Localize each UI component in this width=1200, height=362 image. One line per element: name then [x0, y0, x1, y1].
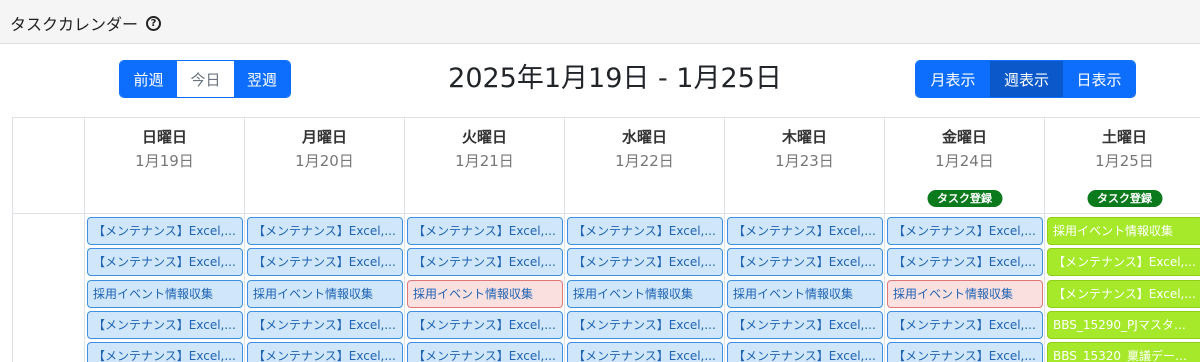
day-header: 土曜日 1月25日タスク登録: [1045, 118, 1200, 214]
task-event[interactable]: 採用イベント情報収集: [887, 280, 1043, 308]
day-header: 金曜日 1月24日タスク登録: [885, 118, 1044, 214]
page-header: タスクカレンダー ?: [0, 0, 1200, 44]
task-event[interactable]: 【メンテナンス】Excel,...: [887, 217, 1043, 245]
time-gutter: [13, 118, 85, 362]
task-event[interactable]: 【メンテナンス】Excel,...: [247, 311, 403, 339]
weekday-label: 土曜日: [1101, 128, 1147, 146]
weekday-label: 月曜日: [301, 128, 347, 146]
weekday-label: 日曜日: [141, 128, 187, 146]
week-view-button[interactable]: 週表示: [990, 61, 1063, 97]
day-column: 火曜日 1月21日【メンテナンス】Excel,... 【メンテナンス】Excel,.…: [405, 118, 565, 362]
task-event[interactable]: 【メンテナンス】Excel,...: [247, 342, 403, 362]
gutter-header: [13, 118, 84, 214]
day-column: 月曜日 1月20日【メンテナンス】Excel,... 【メンテナンス】Excel,.…: [245, 118, 405, 362]
task-event[interactable]: BBS_15290_PJマスタ更新...: [1047, 311, 1200, 339]
day-header: 月曜日 1月20日: [245, 118, 404, 214]
week-calendar: 日曜日 1月19日 【メンテナンス】Excel,... 【メンテナンス】Excel,.…: [12, 117, 1200, 362]
day-date-label: 1月23日: [775, 152, 834, 170]
task-event[interactable]: 採用イベント情報収集: [727, 280, 883, 308]
day-date-label: 1月25日: [1095, 152, 1154, 170]
day-date-label: 1月24日: [935, 152, 994, 170]
task-event[interactable]: 【メンテナンス】Excel,...: [247, 248, 403, 276]
task-event[interactable]: 採用イベント情報収集: [567, 280, 723, 308]
weekday-label: 金曜日: [941, 128, 987, 146]
task-event[interactable]: 【メンテナンス】Excel,...: [567, 311, 723, 339]
date-range-title: 2025年1月19日 - 1月25日: [448, 63, 782, 94]
task-event[interactable]: 【メンテナンス】Excel,...: [567, 217, 723, 245]
day-column: 土曜日 1月25日タスク登録採用イベント情報収集 【メンテナンス】Excel,...…: [1045, 118, 1200, 362]
day-header: 木曜日 1月23日: [725, 118, 884, 214]
task-event[interactable]: 【メンテナンス】Excel,...: [887, 311, 1043, 339]
task-event[interactable]: 採用イベント情報収集: [407, 280, 563, 308]
task-event[interactable]: 【メンテナンス】Excel,...: [1047, 280, 1200, 308]
day-column: 木曜日 1月23日【メンテナンス】Excel,... 【メンテナンス】Excel,.…: [725, 118, 885, 362]
task-event[interactable]: 採用イベント情報収集: [247, 280, 403, 308]
task-event[interactable]: BBS_15320_稟議データ...: [1047, 342, 1200, 362]
task-event[interactable]: 【メンテナンス】Excel,...: [87, 342, 243, 362]
task-event[interactable]: 【メンテナンス】Excel,...: [567, 248, 723, 276]
view-switcher: 月表示 週表示 日表示: [915, 60, 1136, 98]
task-event[interactable]: 【メンテナンス】Excel,...: [727, 217, 883, 245]
task-event[interactable]: 採用イベント情報収集: [1047, 217, 1200, 245]
day-column: 金曜日 1月24日タスク登録【メンテナンス】Excel,... 【メンテナンス】Ex…: [885, 118, 1045, 362]
day-date-label: 1月19日: [135, 152, 194, 170]
weekday-label: 水曜日: [621, 128, 667, 146]
day-header: 日曜日 1月19日: [85, 118, 244, 214]
task-event[interactable]: 【メンテナンス】Excel,...: [1047, 248, 1200, 276]
day-column: 水曜日 1月22日【メンテナンス】Excel,... 【メンテナンス】Excel,.…: [565, 118, 725, 362]
task-event[interactable]: 【メンテナンス】Excel,...: [887, 342, 1043, 362]
task-event[interactable]: 【メンテナンス】Excel,...: [87, 311, 243, 339]
next-week-button[interactable]: 翌週: [234, 61, 290, 97]
task-event[interactable]: 【メンテナンス】Excel,...: [247, 217, 403, 245]
page-title: タスクカレンダー: [10, 15, 139, 34]
task-event[interactable]: 【メンテナンス】Excel,...: [87, 248, 243, 276]
task-event[interactable]: 【メンテナンス】Excel,...: [727, 342, 883, 362]
day-date-label: 1月22日: [615, 152, 674, 170]
task-event[interactable]: 【メンテナンス】Excel,...: [407, 248, 563, 276]
task-event[interactable]: 【メンテナンス】Excel,...: [407, 217, 563, 245]
day-header: 火曜日 1月21日: [405, 118, 564, 214]
weekday-label: 火曜日: [461, 128, 507, 146]
day-date-label: 1月21日: [455, 152, 514, 170]
task-register-button[interactable]: タスク登録: [927, 190, 1002, 207]
task-event[interactable]: 【メンテナンス】Excel,...: [727, 311, 883, 339]
task-event[interactable]: 【メンテナンス】Excel,...: [87, 217, 243, 245]
day-column: 日曜日 1月19日【メンテナンス】Excel,... 【メンテナンス】Excel,.…: [85, 118, 245, 362]
task-event[interactable]: 【メンテナンス】Excel,...: [407, 311, 563, 339]
help-icon[interactable]: ?: [146, 16, 161, 31]
day-header: 水曜日 1月22日: [565, 118, 724, 214]
week-nav-group: 前週 今日 翌週: [119, 60, 291, 98]
task-event[interactable]: 【メンテナンス】Excel,...: [407, 342, 563, 362]
task-register-button[interactable]: タスク登録: [1087, 190, 1162, 207]
task-event[interactable]: 【メンテナンス】Excel,...: [567, 342, 723, 362]
task-event[interactable]: 採用イベント情報収集: [87, 280, 243, 308]
day-view-button[interactable]: 日表示: [1063, 61, 1135, 97]
month-view-button[interactable]: 月表示: [916, 61, 990, 97]
prev-week-button[interactable]: 前週: [120, 61, 177, 97]
task-event[interactable]: 【メンテナンス】Excel,...: [887, 248, 1043, 276]
today-button[interactable]: 今日: [177, 61, 234, 97]
weekday-label: 木曜日: [781, 128, 827, 146]
task-event[interactable]: 【メンテナンス】Excel,...: [727, 248, 883, 276]
day-date-label: 1月20日: [295, 152, 354, 170]
